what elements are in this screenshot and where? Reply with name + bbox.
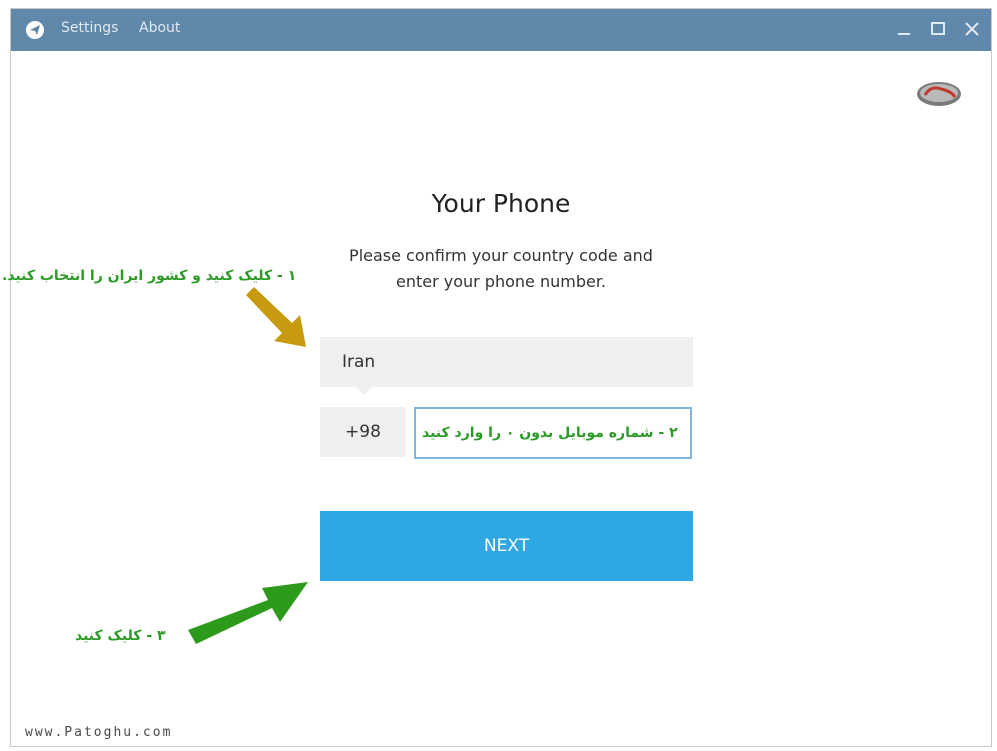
- country-select-pointer: [356, 387, 372, 395]
- country-code-field[interactable]: +98: [320, 407, 406, 457]
- page-subtitle: Please confirm your country code and ent…: [349, 246, 653, 291]
- menu-about[interactable]: About: [139, 20, 180, 36]
- title-bar: Settings About: [11, 9, 991, 51]
- page-title: Your Phone: [431, 189, 571, 218]
- arrow-to-country-icon: [246, 287, 306, 347]
- annotation-step3: ۳ - کلیک کنید: [75, 628, 166, 644]
- close-icon[interactable]: [962, 19, 982, 39]
- menu-settings[interactable]: Settings: [61, 20, 118, 36]
- arrow-to-next-icon: [188, 582, 308, 644]
- next-button[interactable]: NEXT: [320, 511, 693, 581]
- minimize-icon[interactable]: [894, 19, 914, 39]
- annotation-step1: ۱ - کلیک کنید و کشور ایران را انتخاب کنی…: [2, 268, 297, 284]
- country-select[interactable]: Iran: [320, 337, 693, 387]
- watermark: www.Patoghu.com: [25, 725, 173, 740]
- telegram-icon[interactable]: [26, 21, 44, 39]
- annotation-step2: ۲ - شماره موبایل بدون ۰ را وارد کنید: [422, 425, 678, 441]
- maximize-icon[interactable]: [928, 19, 948, 39]
- patoghu-logo-icon: [915, 77, 963, 111]
